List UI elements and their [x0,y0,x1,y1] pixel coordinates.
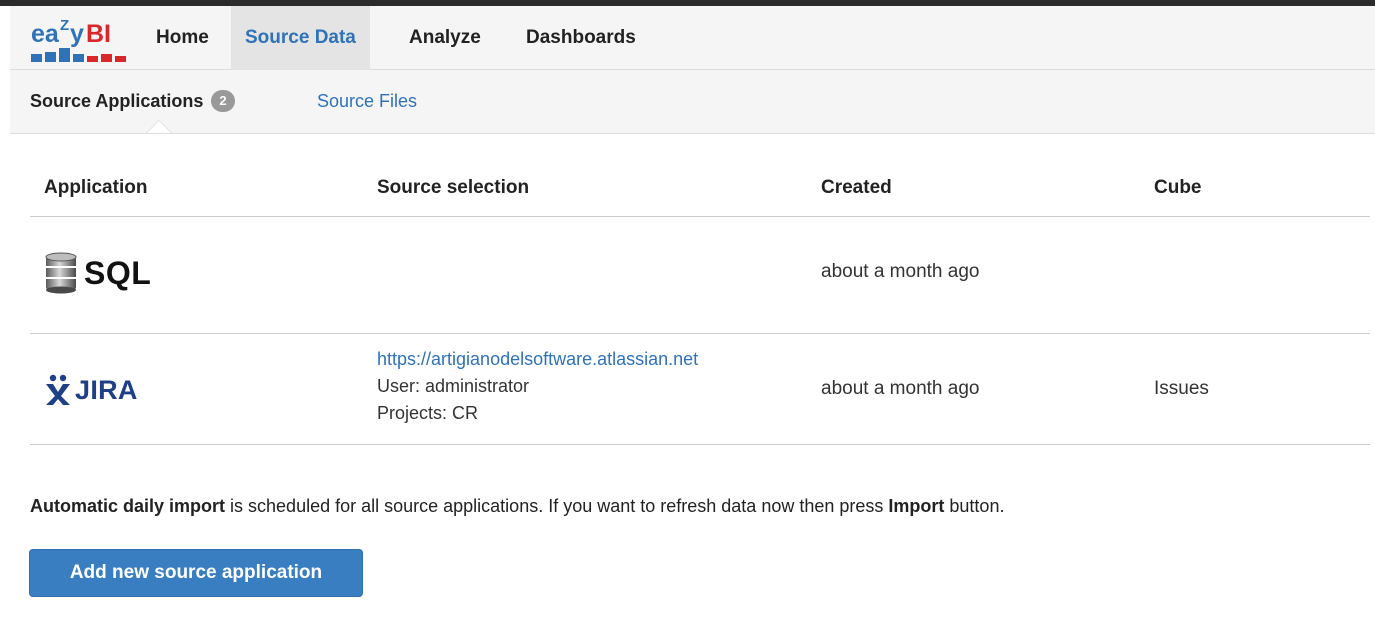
logo-text-bi: BI [86,20,111,48]
sql-created: about a month ago [821,261,980,282]
jira-source-url-link[interactable]: https://artigianodelsoftware.atlassian.n… [377,346,698,373]
table-row[interactable]: SQL about a month ago [30,217,1370,334]
notice-import-bold: Import [888,496,945,516]
nav-analyze[interactable]: Analyze [395,6,495,70]
jira-created: about a month ago [821,378,980,399]
logo-text-z: Z [60,17,69,34]
column-header-application: Application [44,177,148,198]
tab-source-applications-label: Source Applications [30,91,204,111]
tab-source-files[interactable]: Source Files [317,70,417,133]
column-header-source-selection: Source selection [377,177,530,198]
notice-middle: is scheduled for all source applications… [225,496,889,516]
active-tab-caret [147,121,171,133]
notice-tail: button. [944,496,1005,516]
nav-source-data[interactable]: Source Data [231,6,370,70]
source-applications-table: Application Source selection Created Cub… [30,164,1370,445]
table-header: Application Source selection Created Cub… [30,164,1370,217]
logo-text-y: y [70,20,84,48]
sub-navigation: Source Applications 2 Source Files [10,70,1375,134]
nav-home[interactable]: Home [142,6,223,70]
column-header-cube: Cube [1154,177,1202,198]
tab-source-applications[interactable]: Source Applications 2 [30,70,235,133]
add-new-source-application-button[interactable]: Add new source application [29,549,363,597]
sql-application-name: SQL [84,254,152,291]
jira-cube: Issues [1154,378,1209,399]
import-notice: Automatic daily import is scheduled for … [30,496,1004,517]
jira-application-logo[interactable]: JIRA [44,370,138,410]
jira-application-name: JIRA [75,374,138,405]
logo-text-ea: ea [31,20,60,48]
notice-lead-bold: Automatic daily import [30,496,226,516]
database-icon [45,252,77,294]
table-row[interactable]: JIRA https://artigianodelsoftware.atlass… [30,334,1370,445]
jira-source-selection: https://artigianodelsoftware.atlassian.n… [377,346,698,427]
source-applications-count-badge: 2 [211,90,235,112]
nav-dashboards[interactable]: Dashboards [512,6,650,70]
sql-application-logo[interactable]: SQL [44,251,151,295]
jira-icon [46,374,70,405]
column-header-created: Created [821,177,892,198]
jira-source-user: User: administrator [377,376,530,396]
jira-source-projects: Projects: CR [377,403,479,423]
eazybi-logo[interactable]: ea Z y BI [30,16,134,64]
top-navigation: ea Z y BI Home Source Data Analyze Dashb… [10,6,1375,70]
